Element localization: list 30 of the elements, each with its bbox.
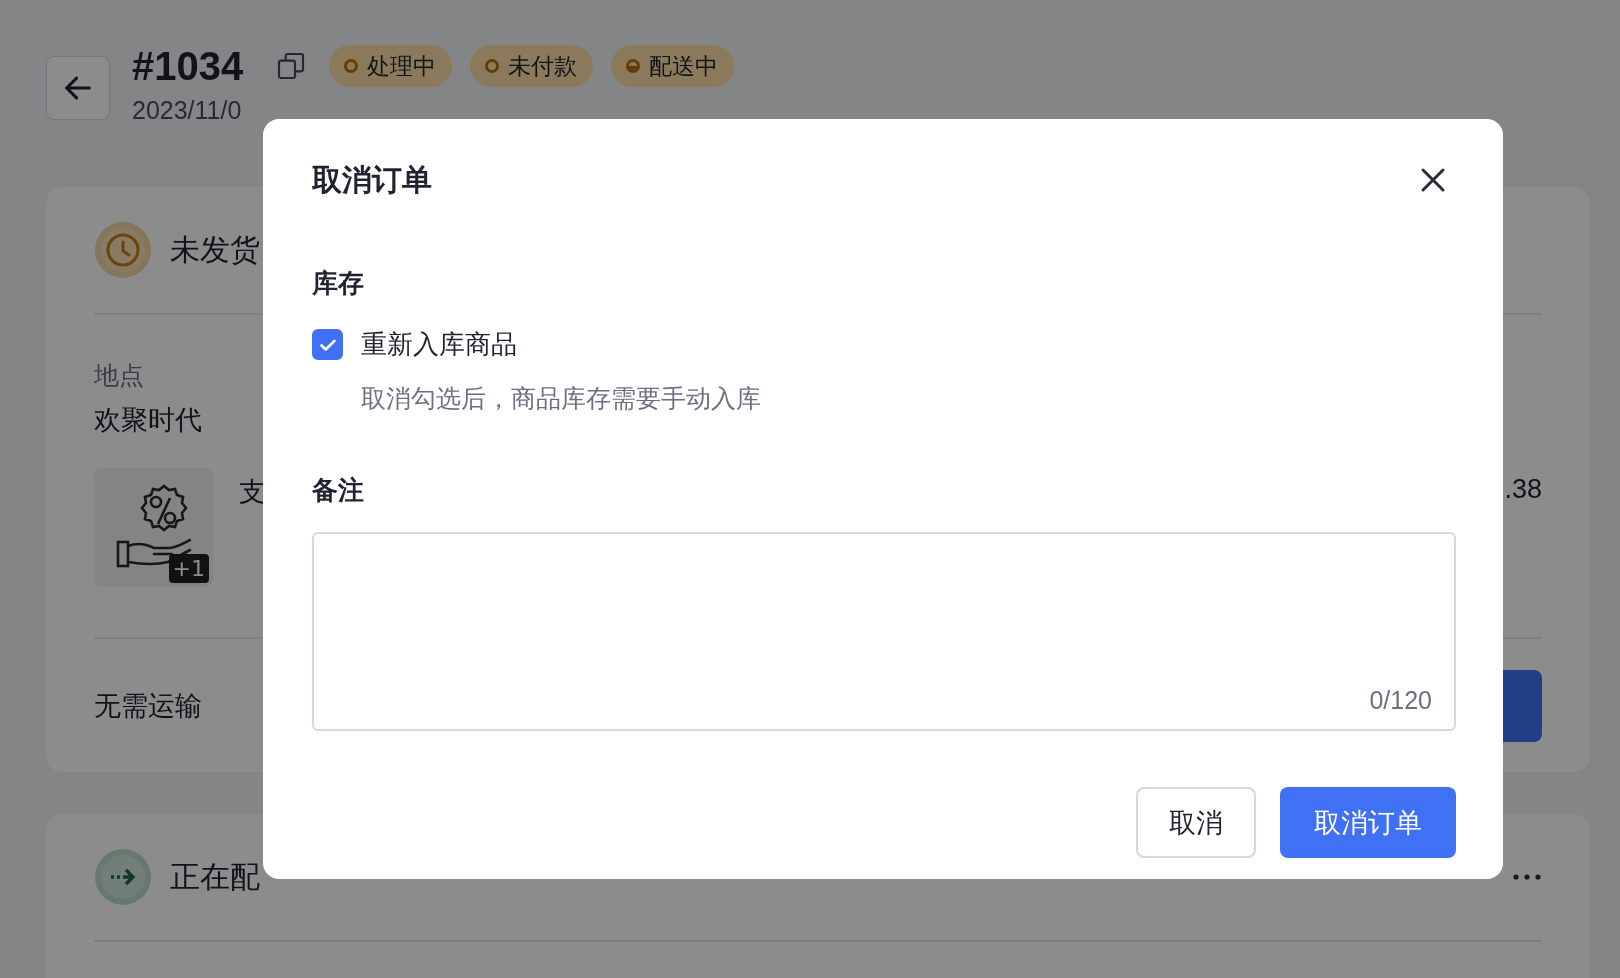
dialog-title: 取消订单 <box>312 160 432 199</box>
status-half-icon <box>625 58 642 74</box>
hint-text: 取消勾选后，商品库存需要手动入库 <box>361 383 762 415</box>
location-value: 欢聚时代 <box>94 403 202 437</box>
more-icon[interactable] <box>1512 873 1542 881</box>
section-heading: 备注 <box>312 474 365 507</box>
confirm-cancel-button[interactable]: 取消订单 <box>1280 787 1456 858</box>
count-badge: +1 <box>168 554 209 583</box>
status-ring-icon <box>484 58 501 74</box>
note-field[interactable]: 0/120 <box>312 532 1456 731</box>
item-text: 支 <box>239 475 266 509</box>
arrow-right-icon <box>94 848 152 906</box>
clock-icon <box>94 221 152 279</box>
section-heading: 库存 <box>312 267 365 300</box>
checkbox-label: 重新入库商品 <box>361 328 517 361</box>
status-badge: 处理中 <box>329 45 453 87</box>
status-ring-icon <box>343 58 360 74</box>
order-number: #1034 <box>132 43 244 89</box>
card-title: 未发货 <box>170 230 260 269</box>
restock-checkbox[interactable] <box>312 329 343 360</box>
status-badge: 配送中 <box>611 45 735 87</box>
status-badge: 未付款 <box>470 45 594 87</box>
character-counter: 0/120 <box>1369 686 1432 715</box>
card-title: 正在配 <box>170 857 260 896</box>
cancel-button[interactable]: 取消 <box>1136 787 1256 858</box>
back-button[interactable] <box>46 56 110 120</box>
order-subtitle: 2023/11/0 <box>132 96 243 125</box>
shipping-note: 无需运输 <box>94 688 202 723</box>
location-label: 地点 <box>94 360 144 392</box>
item-amount: .38 <box>1504 474 1542 505</box>
